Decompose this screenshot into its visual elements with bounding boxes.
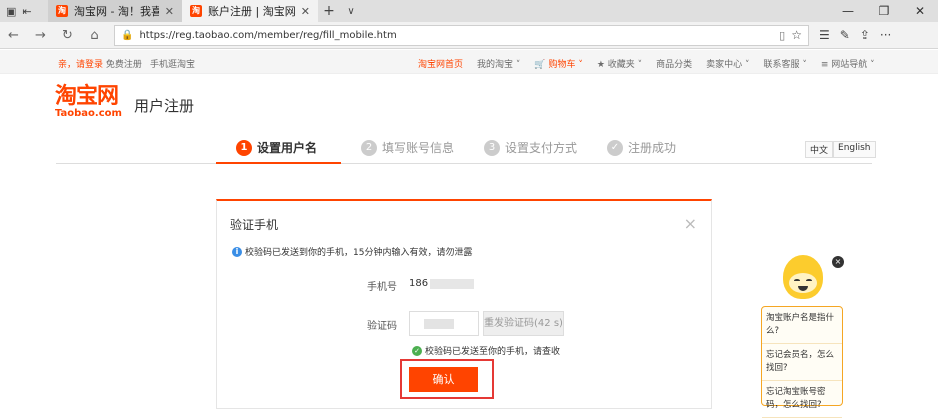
page-title: 用户注册: [134, 97, 195, 115]
nav-site-map[interactable]: ≡ 网站导航 ˅: [821, 57, 875, 70]
check-icon: ✓: [412, 345, 422, 356]
url-text: https://reg.taobao.com/member/reg/fill_m…: [139, 29, 397, 41]
login-links: 亲，请登录 免费注册: [58, 57, 142, 70]
close-window-icon[interactable]: ✕: [902, 4, 938, 18]
tab-title: 账户注册 | 淘宝网: [208, 5, 295, 18]
forward-icon[interactable]: →: [27, 28, 54, 43]
logo-text-cn: 淘宝网: [55, 84, 119, 109]
register-link[interactable]: 免费注册: [106, 60, 142, 70]
back-tab-icon[interactable]: ⇤: [22, 5, 31, 18]
dialog-title: 验证手机: [230, 218, 279, 232]
share-icon[interactable]: ⇪: [860, 28, 870, 42]
browser-tools: ☰ ✎ ⇪ ···: [819, 28, 891, 42]
site-top-bar: 亲，请登录 免费注册 手机逛淘宝 淘宝网首页 我的淘宝 ˅ 🛒 购物车 ˅ ★ …: [0, 50, 938, 74]
browser-tab-bar: ▣ ⇤ 淘 淘宝网 - 淘！我喜欢 ✕ 淘 账户注册 | 淘宝网 ✕ + ∨ —…: [0, 0, 938, 22]
refresh-icon[interactable]: ↻: [54, 28, 81, 43]
home-icon[interactable]: ⌂: [81, 28, 108, 43]
minimize-icon[interactable]: —: [830, 4, 866, 18]
mobile-taobao-link[interactable]: 手机逛淘宝: [150, 57, 195, 70]
phone-number: 186: [409, 278, 475, 289]
lang-chinese[interactable]: 中文: [805, 141, 834, 158]
close-icon[interactable]: ×: [832, 256, 844, 268]
browser-tab-1[interactable]: 淘 淘宝网 - 淘！我喜欢 ✕: [48, 0, 182, 22]
step-label: 注册成功: [628, 141, 677, 155]
tab-actions: ▣ ⇤: [0, 5, 48, 18]
address-bar: ← → ↻ ⌂ 🔒 https://reg.taobao.com/member/…: [0, 22, 938, 49]
taobao-logo[interactable]: 淘宝网 Taobao.com: [55, 86, 135, 120]
code-sent-message: ✓ 校验码已发送至你的手机，请查收: [412, 344, 560, 357]
taobao-favicon: 淘: [56, 5, 68, 17]
close-icon[interactable]: ✕: [301, 5, 310, 18]
sent-text: 校验码已发送至你的手机，请查收: [425, 347, 561, 357]
favorite-star-icon[interactable]: ☆: [791, 28, 802, 42]
restore-icon[interactable]: ❐: [866, 4, 902, 18]
nav-home[interactable]: 淘宝网首页: [418, 57, 463, 70]
nav-cart[interactable]: 🛒 购物车 ˅: [534, 57, 582, 70]
lang-english[interactable]: English: [833, 141, 876, 158]
phone-prefix: 186: [409, 278, 429, 289]
step-2: 2 填写账号信息: [361, 139, 454, 156]
nav-customer-service[interactable]: 联系客服 ˅: [764, 57, 807, 70]
url-input[interactable]: 🔒 https://reg.taobao.com/member/reg/fill…: [114, 24, 809, 46]
helper-mascot[interactable]: [780, 255, 826, 305]
notice-text: 校验码已发送到你的手机，15分钟内输入有效，请勿泄露: [245, 248, 473, 258]
verify-phone-dialog: 验证手机 × i 校验码已发送到你的手机，15分钟内输入有效，请勿泄露 手机号 …: [216, 199, 712, 409]
active-step-underline: [216, 162, 341, 164]
mascot-eye: [806, 279, 812, 282]
step-label: 设置支付方式: [505, 141, 578, 155]
tab-actions-icon[interactable]: ▣: [6, 5, 16, 18]
tab-title: 淘宝网 - 淘！我喜欢: [74, 5, 159, 18]
mascot-eye: [794, 279, 800, 282]
step-1: 1 设置用户名: [236, 139, 317, 156]
nav-favorites[interactable]: ★ 收藏夹 ˅: [597, 57, 642, 70]
favorites-list-icon[interactable]: ☰: [819, 28, 830, 42]
confirm-highlight: 确认: [400, 359, 494, 399]
pen-icon[interactable]: ✎: [840, 28, 850, 42]
step-label: 设置用户名: [257, 141, 318, 155]
resend-code-button[interactable]: 重发验证码(42 s): [483, 311, 564, 336]
step-label: 填写账号信息: [382, 141, 455, 155]
help-item[interactable]: 忘记会员名，怎么找回?: [762, 344, 842, 381]
back-icon[interactable]: ←: [0, 28, 27, 43]
login-link[interactable]: 亲，请登录: [58, 60, 103, 70]
step-number: 1: [236, 139, 252, 156]
confirm-button[interactable]: 确认: [409, 367, 478, 392]
nav-seller-center[interactable]: 卖家中心 ˅: [706, 57, 749, 70]
sms-notice: i 校验码已发送到你的手机，15分钟内输入有效，请勿泄露: [232, 245, 472, 258]
info-icon: i: [232, 246, 242, 257]
step-number: 2: [361, 139, 377, 156]
more-icon[interactable]: ···: [880, 28, 891, 42]
steps-divider: [56, 163, 872, 164]
code-label: 验证码: [367, 321, 397, 332]
phone-masked: [430, 278, 475, 289]
verification-code-input[interactable]: [409, 311, 479, 336]
nav-my-taobao[interactable]: 我的淘宝 ˅: [477, 57, 520, 70]
phone-label: 手机号: [367, 282, 397, 293]
step-3: 3 设置支付方式: [484, 139, 577, 156]
check-icon: ✓: [607, 139, 623, 156]
language-switch: 中文 English: [805, 141, 876, 158]
step-number: 3: [484, 139, 500, 156]
chevron-down-icon[interactable]: ∨: [340, 6, 362, 17]
reading-view-icon[interactable]: ▯: [779, 29, 785, 42]
step-4: ✓ 注册成功: [607, 139, 676, 156]
help-panel: 淘宝账户名是指什么? 忘记会员名，怎么找回? 忘记淘宝账号密码，怎么找回?: [761, 306, 843, 418]
logo-text-en: Taobao.com: [55, 108, 122, 119]
window-controls: — ❐ ✕: [830, 4, 938, 18]
lock-icon: 🔒: [121, 29, 134, 41]
nav-categories[interactable]: 商品分类: [656, 57, 692, 70]
close-icon[interactable]: ×: [684, 214, 697, 233]
help-item[interactable]: 淘宝账户名是指什么?: [762, 307, 842, 344]
browser-tab-2[interactable]: 淘 账户注册 | 淘宝网 ✕: [182, 0, 318, 22]
new-tab-icon[interactable]: +: [318, 3, 340, 19]
site-nav: 淘宝网首页 我的淘宝 ˅ 🛒 购物车 ˅ ★ 收藏夹 ˅ 商品分类 卖家中心 ˅…: [418, 57, 875, 70]
registration-steps: 1 设置用户名 2 填写账号信息 3 设置支付方式 ✓ 注册成功: [216, 132, 712, 164]
taobao-favicon: 淘: [190, 5, 202, 17]
code-masked: [424, 319, 454, 329]
close-icon[interactable]: ✕: [165, 5, 174, 18]
